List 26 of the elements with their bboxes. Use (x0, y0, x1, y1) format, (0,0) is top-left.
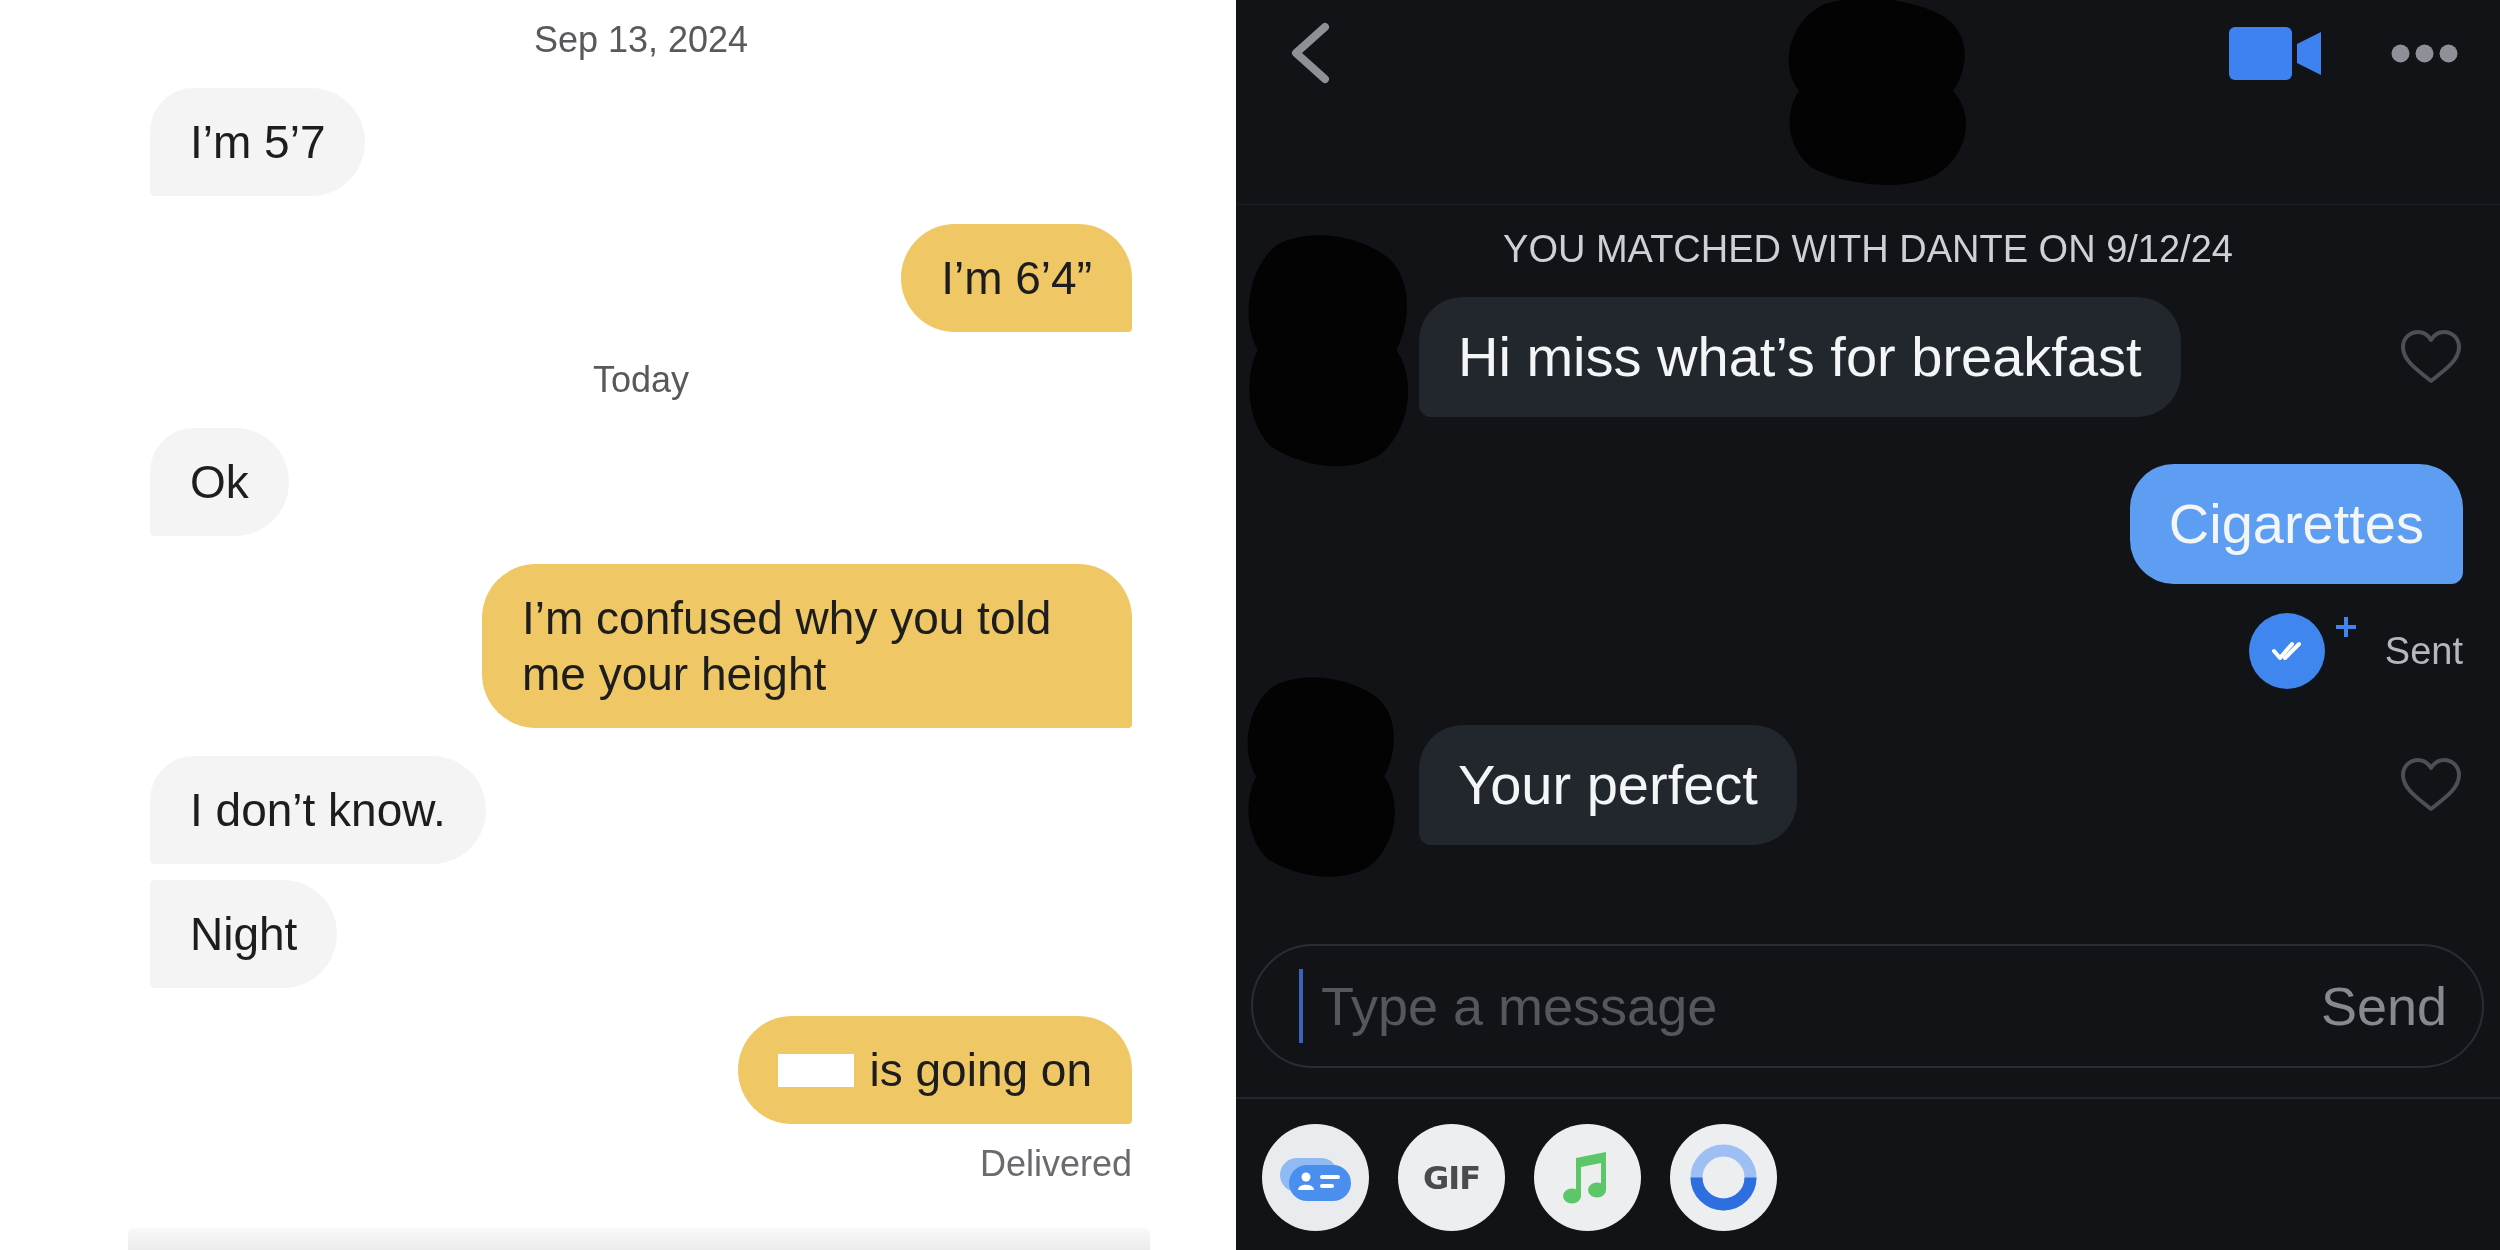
message-text: I’m 5’7 (190, 115, 326, 170)
message-bubble: Hi miss what’s for breakfast (1419, 297, 2181, 417)
gif-button[interactable]: GIF (1398, 1124, 1505, 1231)
ring-icon[interactable] (1670, 1124, 1777, 1231)
music-note-icon[interactable] (1534, 1124, 1641, 1231)
message-text: is going on (869, 1043, 1092, 1098)
date-label: Today (592, 360, 690, 400)
receipt-status: Sent (2384, 629, 2463, 673)
text-cursor-icon (1299, 969, 1303, 1043)
match-notice: YOU MATCHED WITH DANTE ON 9/12/24 (1503, 229, 2233, 269)
message-field[interactable]: Type a message Send (1251, 944, 2484, 1068)
message-text: Night (190, 907, 298, 962)
message-text: Ok (190, 455, 249, 510)
send-button[interactable]: Send (2320, 974, 2447, 1038)
message-text: I’m 6’4” (941, 251, 1092, 306)
double-check-icon (2248, 613, 2325, 689)
id-card-icon[interactable] (1262, 1124, 1369, 1231)
plus-icon[interactable] (2334, 616, 2357, 638)
date-label: Sep 13, 2024 (533, 20, 749, 60)
message-text: I’m confused why you told me your height (522, 591, 1053, 702)
video-camera-icon[interactable] (2229, 26, 2321, 80)
message-bubble: Your perfect (1419, 725, 1797, 845)
more-icon[interactable] (2391, 43, 2458, 63)
message-text: I don’t know. (190, 783, 446, 838)
delivery-status: Delivered (979, 1144, 1132, 1184)
message-bubble: Cigarettes (2129, 464, 2463, 584)
